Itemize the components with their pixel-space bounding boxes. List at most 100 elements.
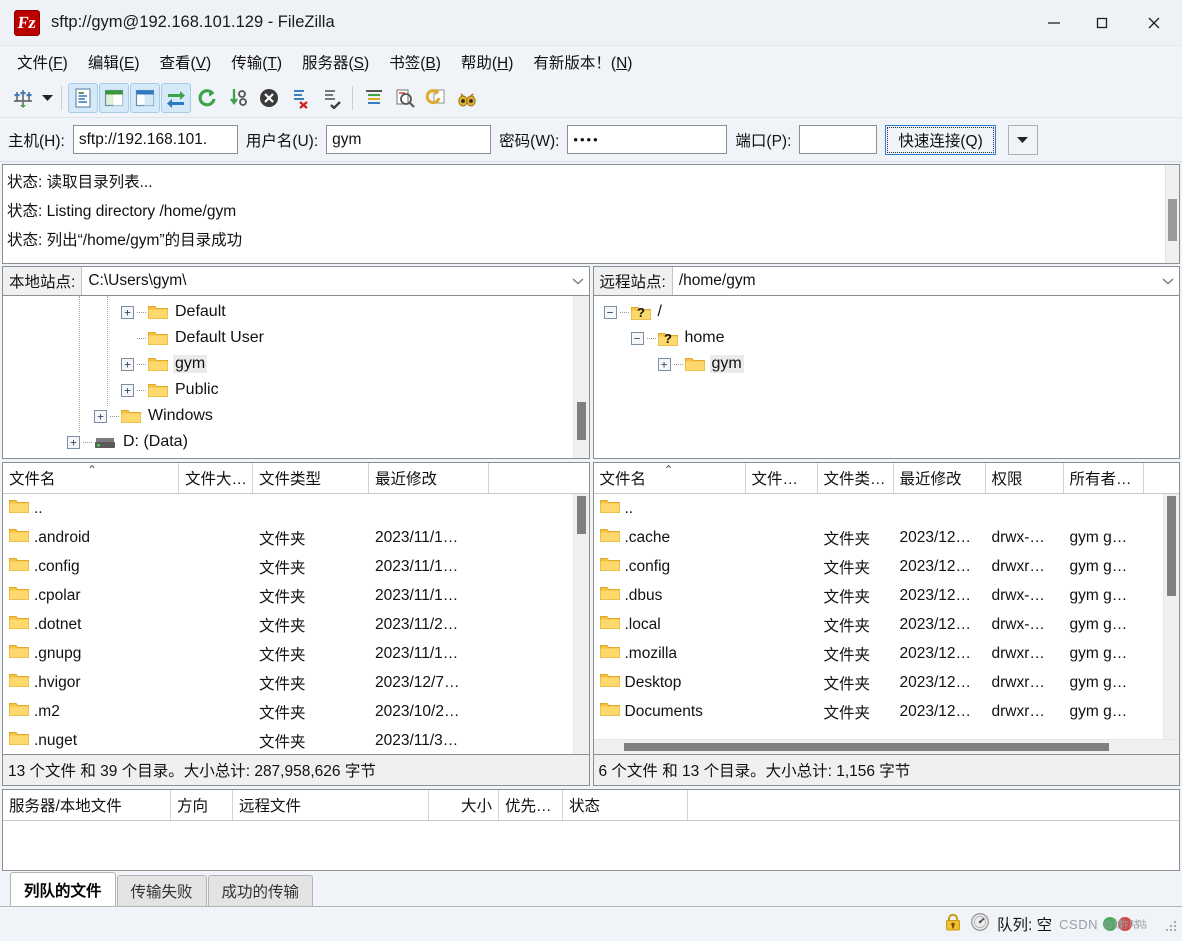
remote-tree-node-home[interactable]: − ? home: [594, 325, 1164, 351]
menu-item-edit[interactable]: 编辑(E): [79, 48, 149, 76]
local-directory-tree[interactable]: + Default + Default User: [2, 296, 590, 459]
queue-column-header-status[interactable]: 状态: [563, 790, 688, 820]
local-tree-node-public[interactable]: + Public: [3, 377, 573, 403]
table-row[interactable]: .local 文件夹 2023/12… drwx-… gym g…: [594, 610, 1164, 639]
site-manager-icon[interactable]: [8, 83, 38, 113]
table-row[interactable]: ..: [3, 494, 573, 523]
local-file-list-scrollbar[interactable]: [572, 494, 589, 754]
remote-tree-scrollbar[interactable]: [1163, 296, 1179, 458]
local-column-header-filesize[interactable]: 文件大…: [179, 463, 253, 493]
speed-gauge-icon[interactable]: [970, 912, 990, 937]
expander-plus-icon[interactable]: +: [121, 383, 134, 397]
remote-tree-node-gym[interactable]: + gym: [594, 351, 1164, 377]
quick-connect-button[interactable]: 快速连接(Q): [885, 124, 996, 155]
table-row[interactable]: Desktop 文件夹 2023/12… drwxr… gym g…: [594, 668, 1164, 697]
remote-column-header-modified[interactable]: 最近修改: [894, 463, 986, 493]
menu-item-bookmarks[interactable]: 书签(B): [380, 48, 450, 76]
password-input[interactable]: ••••: [567, 125, 728, 154]
minimize-button[interactable]: [1030, 0, 1078, 46]
local-tree-scrollbar-thumb[interactable]: [576, 402, 586, 440]
table-row[interactable]: .hvigor 文件夹 2023/12/7…: [3, 668, 573, 697]
menu-item-file[interactable]: 文件(F): [8, 48, 77, 76]
remote-column-header-owner[interactable]: 所有者…: [1064, 463, 1144, 493]
close-button[interactable]: [1126, 0, 1182, 46]
process-queue-icon[interactable]: [223, 83, 253, 113]
username-input[interactable]: gym: [326, 125, 492, 154]
expander-plus-icon[interactable]: +: [121, 357, 134, 371]
toggle-remote-tree-icon[interactable]: [130, 82, 160, 113]
menu-item-server[interactable]: 服务器(S): [293, 48, 378, 76]
remote-directory-tree[interactable]: − ? / − ? home + gym: [592, 296, 1180, 459]
toggle-local-tree-icon[interactable]: [99, 82, 129, 113]
compare-directories-icon[interactable]: [390, 83, 420, 113]
cancel-icon[interactable]: [254, 83, 284, 113]
queue-column-header-direction[interactable]: 方向: [171, 790, 233, 820]
toggle-transfer-queue-icon[interactable]: [161, 82, 191, 113]
site-manager-dropdown-caret[interactable]: [39, 83, 55, 113]
table-row[interactable]: .dbus 文件夹 2023/12… drwx-… gym g…: [594, 581, 1164, 610]
remote-file-list-scrollbar-thumb[interactable]: [1167, 496, 1176, 596]
toggle-message-log-icon[interactable]: [68, 82, 98, 113]
table-row[interactable]: .config 文件夹 2023/11/1…: [3, 552, 573, 581]
remote-file-list-scrollbar[interactable]: [1163, 494, 1179, 739]
queue-column-header-size[interactable]: 大小: [429, 790, 499, 820]
local-path-input[interactable]: C:\Users\gym\: [82, 267, 566, 295]
local-column-header-filename[interactable]: 文件名 ⌃: [3, 463, 179, 493]
transfer-queue-body[interactable]: [3, 821, 1179, 870]
local-path-chevron-down-icon[interactable]: [567, 267, 589, 295]
remote-file-list-hscrollbar[interactable]: [593, 739, 1179, 754]
table-row[interactable]: .cache 文件夹 2023/12… drwx-… gym g…: [594, 523, 1164, 552]
remote-tree-node-root[interactable]: − ? /: [594, 299, 1164, 325]
remote-column-header-filetype[interactable]: 文件类…: [818, 463, 894, 493]
local-column-header-filetype[interactable]: 文件类型: [253, 463, 369, 493]
table-row[interactable]: .mozilla 文件夹 2023/12… drwxr… gym g…: [594, 639, 1164, 668]
port-input[interactable]: [799, 125, 878, 154]
find-files-icon[interactable]: [452, 83, 482, 113]
local-tree-node-windows[interactable]: + Windows: [3, 403, 573, 429]
queue-column-header-remote-file[interactable]: 远程文件: [233, 790, 429, 820]
table-row[interactable]: Documents 文件夹 2023/12… drwxr… gym g…: [594, 697, 1164, 726]
tab-successful-transfers[interactable]: 成功的传输: [207, 875, 314, 906]
resize-grip-icon[interactable]: [1162, 917, 1176, 931]
table-row[interactable]: ..: [594, 494, 1164, 523]
maximize-button[interactable]: [1078, 0, 1126, 46]
queue-column-header-server-local-file[interactable]: 服务器/本地文件: [3, 790, 171, 820]
expander-plus-icon[interactable]: +: [94, 409, 107, 423]
remote-file-list-hscrollbar-thumb[interactable]: [623, 743, 1109, 751]
local-tree-node-gym[interactable]: + gym: [3, 351, 573, 377]
table-row[interactable]: .gnupg 文件夹 2023/11/1…: [3, 639, 573, 668]
expander-minus-icon[interactable]: −: [630, 331, 644, 345]
remote-file-list[interactable]: 文件名 ⌃ 文件… 文件类… 最近修改 权限 所有者… .. .cache 文件…: [592, 462, 1180, 755]
table-row[interactable]: .config 文件夹 2023/12… drwxr… gym g…: [594, 552, 1164, 581]
expander-minus-icon[interactable]: −: [603, 305, 617, 319]
local-file-list[interactable]: 文件名 ⌃ 文件大… 文件类型 最近修改 .. .android 文件夹 202…: [2, 462, 590, 755]
expander-plus-icon[interactable]: +: [657, 357, 671, 371]
remote-column-header-filename[interactable]: 文件名 ⌃: [594, 463, 746, 493]
filter-icon[interactable]: [359, 83, 389, 113]
menu-item-transfer[interactable]: 传输(T): [222, 48, 291, 76]
local-tree-node-drive-d[interactable]: + D: (Data): [3, 429, 573, 455]
remote-path-input[interactable]: /home/gym: [673, 267, 1157, 295]
reconnect-icon[interactable]: [316, 83, 346, 113]
expander-plus-icon[interactable]: +: [67, 435, 80, 449]
menu-item-view[interactable]: 查看(V): [151, 48, 221, 76]
table-row[interactable]: .dotnet 文件夹 2023/11/2…: [3, 610, 573, 639]
remote-column-header-filesize[interactable]: 文件…: [746, 463, 818, 493]
table-row[interactable]: .m2 文件夹 2023/10/2…: [3, 697, 573, 726]
tab-queued-files[interactable]: 列队的文件: [10, 872, 116, 906]
table-row[interactable]: .cpolar 文件夹 2023/11/1…: [3, 581, 573, 610]
remote-path-chevron-down-icon[interactable]: [1157, 267, 1179, 295]
synchronized-browsing-icon[interactable]: [421, 83, 451, 113]
expander-plus-icon[interactable]: +: [121, 305, 134, 319]
menu-item-new-version[interactable]: 有新版本！(N): [524, 48, 641, 76]
quick-connect-dropdown-caret[interactable]: [1007, 124, 1038, 155]
refresh-icon[interactable]: [192, 83, 222, 113]
menu-item-help[interactable]: 帮助(H): [452, 48, 523, 76]
local-column-header-modified[interactable]: 最近修改: [369, 463, 489, 493]
table-row[interactable]: .android 文件夹 2023/11/1…: [3, 523, 573, 552]
host-input[interactable]: sftp://192.168.101.: [72, 125, 238, 154]
local-tree-scrollbar[interactable]: [572, 296, 589, 458]
remote-column-header-permissions[interactable]: 权限: [986, 463, 1064, 493]
local-tree-node-default-user[interactable]: + Default User: [3, 325, 573, 351]
table-row[interactable]: .nuget 文件夹 2023/11/3…: [3, 726, 573, 754]
